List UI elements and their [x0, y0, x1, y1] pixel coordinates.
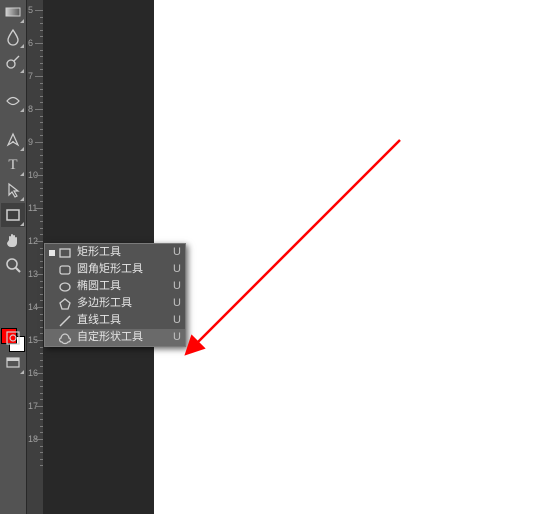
screenmode-button[interactable]	[1, 351, 25, 375]
flyout-item-polygon[interactable]: 多边形工具U	[45, 295, 185, 312]
flyout-item-label: 直线工具	[77, 312, 171, 329]
polygon-icon	[57, 296, 73, 312]
zoom-tool[interactable]	[1, 253, 25, 277]
flyout-item-label: 圆角矩形工具	[77, 261, 171, 278]
blur-tool[interactable]	[1, 25, 25, 49]
flyout-item-label: 自定形状工具	[77, 329, 171, 346]
flyout-item-shortcut: U	[171, 261, 181, 278]
type-tool[interactable]: T	[1, 153, 25, 177]
document-canvas[interactable]	[154, 0, 533, 514]
flyout-item-shortcut: U	[171, 295, 181, 312]
vertical-ruler[interactable]: 56789101112131415161718	[27, 0, 44, 514]
flyout-item-line[interactable]: 直线工具U	[45, 312, 185, 329]
custom-icon	[57, 330, 73, 346]
hand-tool[interactable]	[1, 228, 25, 252]
gradient-tool[interactable]	[1, 0, 25, 24]
current-tool-indicator	[49, 335, 55, 341]
ellipse-icon	[57, 279, 73, 295]
roundrect-icon	[57, 262, 73, 278]
flyout-item-roundrect[interactable]: 圆角矩形工具U	[45, 261, 185, 278]
flyout-item-shortcut: U	[171, 329, 181, 346]
rect-icon	[57, 245, 73, 261]
dodge-tool[interactable]	[1, 50, 25, 74]
path-select-tool[interactable]	[1, 178, 25, 202]
flyout-item-ellipse[interactable]: 椭圆工具U	[45, 278, 185, 295]
flyout-item-label: 多边形工具	[77, 295, 171, 312]
flyout-item-label: 矩形工具	[77, 244, 171, 261]
flyout-item-shortcut: U	[171, 278, 181, 295]
pen-tool[interactable]	[1, 128, 25, 152]
current-tool-indicator	[49, 284, 55, 290]
shape-tool[interactable]	[1, 203, 25, 227]
current-tool-indicator	[49, 301, 55, 307]
flyout-item-shortcut: U	[171, 312, 181, 329]
line-icon	[57, 313, 73, 329]
current-tool-indicator	[49, 267, 55, 273]
current-tool-indicator	[49, 318, 55, 324]
shape-tool-flyout: 矩形工具U圆角矩形工具U椭圆工具U多边形工具U直线工具U自定形状工具U	[44, 243, 186, 347]
current-tool-indicator	[49, 250, 55, 256]
flyout-item-custom[interactable]: 自定形状工具U	[45, 329, 185, 346]
flyout-item-shortcut: U	[171, 244, 181, 261]
tools-panel: T	[0, 0, 27, 514]
flyout-item-label: 椭圆工具	[77, 278, 171, 295]
flyout-item-rect[interactable]: 矩形工具U	[45, 244, 185, 261]
sponge-tool[interactable]	[1, 89, 25, 113]
quickmask-button[interactable]	[1, 326, 25, 350]
